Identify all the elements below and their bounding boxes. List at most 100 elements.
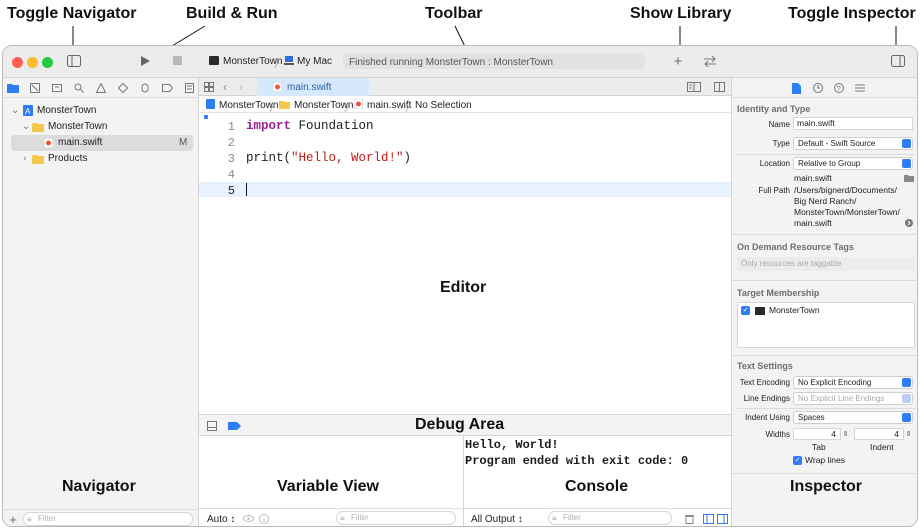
filter-placeholder: Filter <box>351 513 369 522</box>
symbol-icon[interactable] <box>51 82 63 94</box>
back-icon[interactable]: ‹ <box>223 80 227 94</box>
run-icon[interactable] <box>137 54 153 68</box>
target-checkbox[interactable]: ✓ <box>741 306 750 315</box>
line-number: 2 <box>227 136 235 150</box>
location-label: Location <box>759 159 790 168</box>
breakpoint-icon[interactable] <box>161 82 173 94</box>
disclosure-open-icon[interactable]: ⌄ <box>22 121 30 132</box>
show-variables-icon[interactable] <box>703 513 714 524</box>
attributes-icon[interactable] <box>854 82 865 93</box>
filter-placeholder: Filter <box>38 514 56 523</box>
name-field[interactable]: main.swift <box>793 117 913 130</box>
type-label: Type <box>772 139 790 148</box>
encoding-label: Text Encoding <box>739 378 790 387</box>
folder-icon[interactable] <box>7 82 19 94</box>
find-icon[interactable] <box>73 82 85 94</box>
indent-using-popup[interactable]: Spaces <box>793 411 913 424</box>
nav-products[interactable]: Products <box>48 153 87 164</box>
swap-arrows-icon[interactable] <box>702 54 718 68</box>
hide-debug-area-icon[interactable] <box>206 420 218 432</box>
stepper-icon[interactable]: ⇕ <box>905 428 912 440</box>
wrap-lines-label: Wrap lines <box>805 455 845 465</box>
issue-icon[interactable] <box>95 82 107 94</box>
modified-badge: M <box>179 137 188 148</box>
disclosure-closed-icon[interactable]: › <box>23 153 26 164</box>
jump-bar: MonsterTown 〉 MonsterTown 〉 main.swift 〉… <box>199 96 731 114</box>
editor[interactable]: 1 2 3 4 5 import Foundation print("Hello… <box>199 113 731 413</box>
toggle-navigator-icon[interactable] <box>66 54 82 68</box>
grid-icon[interactable] <box>203 81 215 93</box>
close-button[interactable] <box>12 57 23 68</box>
report-icon[interactable] <box>183 82 195 94</box>
type-popup[interactable]: Default - Swift Source <box>793 137 913 150</box>
wrap-lines-checkbox[interactable]: ✓ <box>793 456 802 465</box>
nav-selected-row[interactable]: main.swift M <box>11 135 193 151</box>
chevron-right-icon: 〉 <box>344 103 354 114</box>
activity-view: Finished running MonsterTown : MonsterTo… <box>343 53 645 69</box>
tab-width-field[interactable]: 4 <box>793 428 841 440</box>
debug-icon[interactable] <box>139 82 151 94</box>
full-path-line: MonsterTown/MonsterTown/ <box>794 207 900 217</box>
swift-file-icon <box>44 138 53 148</box>
svg-text:A: A <box>25 107 31 116</box>
eye-icon[interactable] <box>243 513 254 524</box>
widths-label: Widths <box>765 430 790 439</box>
adjust-editor-icon[interactable] <box>687 81 701 93</box>
indent-value: Spaces <box>798 413 825 422</box>
line-endings-popup[interactable]: No Explicit Line Endings <box>793 392 913 405</box>
line-number: 1 <box>227 120 235 134</box>
auto-select[interactable]: Auto ↕ <box>207 514 235 525</box>
navigator-filter-input[interactable]: Filter ≡ <box>23 512 193 526</box>
file-inspector-icon[interactable] <box>791 82 801 94</box>
location-file: main.swift <box>794 173 832 183</box>
chevron-right-icon: 〉 <box>269 103 279 114</box>
tab-main-swift[interactable]: main.swift <box>257 78 369 96</box>
console-filter-input[interactable]: Filter ≡ <box>548 511 672 525</box>
location-popup[interactable]: Relative to Group <box>793 157 913 170</box>
jump-selection[interactable]: No Selection <box>415 100 472 111</box>
nav-group[interactable]: MonsterTown <box>48 121 107 132</box>
swift-file-icon <box>354 99 363 109</box>
line-number: 4 <box>227 168 235 182</box>
tab-caption: Tab <box>812 442 826 452</box>
disclosure-open-icon[interactable]: ⌄ <box>11 105 19 116</box>
forward-icon[interactable]: › <box>239 80 243 94</box>
string-literal: "Hello, World!" <box>291 151 404 165</box>
odr-section-title: On Demand Resource Tags <box>737 242 854 252</box>
text-settings-title: Text Settings <box>737 361 793 371</box>
minimize-button[interactable] <box>27 57 38 68</box>
output-select[interactable]: All Output ↕ <box>471 514 523 525</box>
project-icon: A <box>22 105 33 116</box>
help-icon[interactable]: ? <box>833 82 844 93</box>
code-line-1: import Foundation <box>246 119 374 133</box>
nav-project[interactable]: MonsterTown <box>37 105 96 116</box>
source-control-icon[interactable] <box>29 82 41 94</box>
stop-icon[interactable] <box>172 55 184 67</box>
plus-icon[interactable]: + <box>671 53 685 70</box>
encoding-popup[interactable]: No Explicit Encoding <box>793 376 913 389</box>
navigator-selector-bar <box>3 78 199 98</box>
divider <box>3 509 199 510</box>
region-console: Console <box>565 478 629 495</box>
indent-using-label: Indent Using <box>745 413 790 422</box>
info-icon[interactable] <box>258 513 269 524</box>
add-icon[interactable]: + <box>7 512 19 527</box>
destination-selector[interactable]: My Mac <box>297 56 332 67</box>
test-icon[interactable] <box>117 82 129 94</box>
add-editor-icon[interactable] <box>713 81 725 93</box>
code-text: Foundation <box>291 119 374 133</box>
variable-filter-input[interactable]: Filter ≡ <box>336 511 456 525</box>
zoom-button[interactable] <box>42 57 53 68</box>
stepper-icon[interactable]: ⇕ <box>842 428 849 440</box>
toggle-inspector-icon[interactable] <box>890 54 906 68</box>
arrow-circle-icon[interactable] <box>904 218 913 227</box>
show-console-icon[interactable] <box>717 513 728 524</box>
breakpoints-toggle-icon[interactable] <box>228 421 241 431</box>
trash-icon[interactable] <box>684 513 695 524</box>
history-icon[interactable] <box>812 82 823 93</box>
console-line-2: Program ended with exit code: 0 <box>465 454 689 468</box>
folder-reveal-icon[interactable] <box>904 173 914 182</box>
divider <box>464 508 731 509</box>
indent-width-field[interactable]: 4 <box>854 428 904 440</box>
region-navigator: Navigator <box>62 478 136 495</box>
